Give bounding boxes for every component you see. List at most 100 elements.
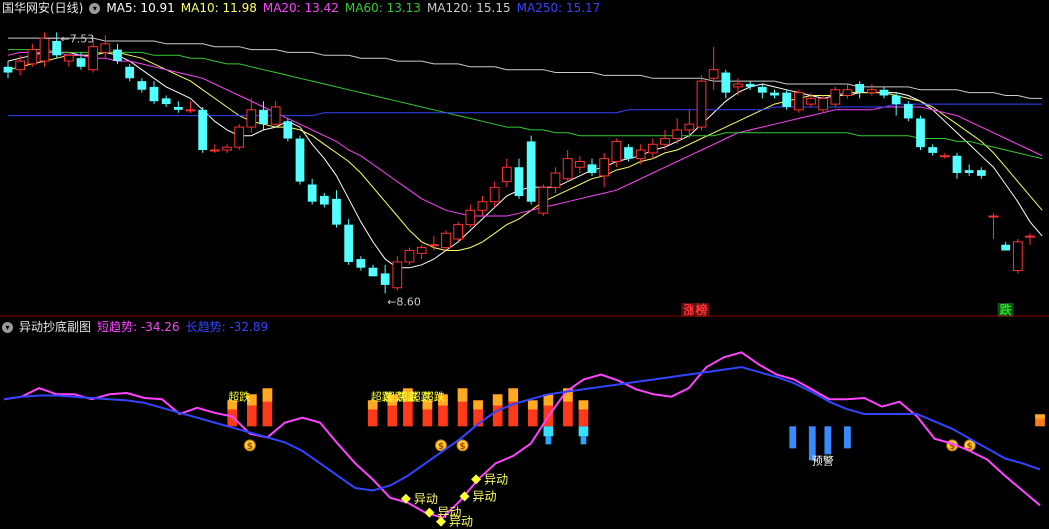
- candle: [574, 155, 585, 173]
- super-drop-bar: [457, 388, 468, 427]
- bar-top: [262, 388, 273, 402]
- candle-body: [332, 198, 341, 225]
- candle: [477, 195, 488, 217]
- candle-body: [866, 89, 877, 94]
- candle-body: [234, 126, 245, 148]
- collapse-icon[interactable]: ▾: [89, 3, 101, 14]
- ma250-line: [8, 103, 1043, 117]
- candle: [1025, 233, 1035, 245]
- candle-body: [708, 69, 719, 79]
- cyan-bar: [578, 426, 589, 437]
- candle: [489, 181, 500, 208]
- candle: [708, 46, 719, 90]
- candle: [599, 152, 610, 188]
- candle: [770, 89, 779, 99]
- candle-body: [770, 92, 779, 96]
- bar-top: [508, 388, 519, 402]
- super-drop-bar: [367, 400, 378, 427]
- candle: [307, 178, 317, 205]
- cyan-bar-tip: [580, 436, 587, 445]
- candle-body: [185, 109, 196, 112]
- super-drop-label: 超跌: [228, 389, 250, 403]
- candle: [173, 101, 183, 113]
- candle: [295, 135, 305, 185]
- candle: [125, 63, 135, 82]
- sub-chart-area: 超跌超跌超跌超跌超跌超跌超跌超跌超跌预警$$$$$$$$$$$异动异动异动异动异…: [3, 351, 1045, 529]
- candle: [416, 244, 427, 260]
- candle-body: [246, 109, 257, 128]
- move-label: 异动: [473, 489, 497, 503]
- candle: [319, 193, 329, 208]
- candle-body: [259, 109, 268, 125]
- candle: [404, 247, 415, 265]
- candle: [939, 152, 950, 159]
- candle: [526, 135, 536, 205]
- low-price-label: ←8.60: [387, 296, 421, 309]
- blue-bar: [789, 426, 797, 449]
- candle-body: [441, 232, 451, 249]
- move-signal: 异动: [400, 492, 438, 506]
- sub-chart-header: ▾ 异动抄底副图 短趋势: -34.26 长趋势: -32.89: [2, 320, 274, 334]
- candle-body: [976, 170, 986, 176]
- ma20-line: [7, 51, 1043, 217]
- high-price-label: ←7.53: [61, 32, 95, 45]
- candle: [1012, 238, 1023, 274]
- candle-body: [161, 98, 171, 105]
- diamond-icon: [471, 474, 482, 485]
- candle-body: [453, 224, 464, 240]
- candle: [465, 204, 476, 228]
- candle-body: [137, 81, 147, 90]
- candle: [514, 158, 524, 199]
- candle-body: [818, 97, 829, 111]
- candle-body: [514, 167, 524, 196]
- candle-body: [307, 184, 317, 202]
- candle-body: [113, 49, 122, 62]
- ma10-line: [7, 51, 1043, 251]
- candle-body: [465, 209, 476, 226]
- move-label: 异动: [449, 515, 473, 529]
- candle-body: [721, 72, 731, 93]
- candle-body: [574, 161, 585, 168]
- candle-body: [562, 158, 573, 180]
- super-drop-bar: [422, 400, 433, 427]
- bar-top: [492, 394, 503, 406]
- candle: [818, 95, 829, 113]
- bag-symbol: $: [459, 442, 465, 452]
- candle-body: [88, 46, 99, 71]
- candle-body: [538, 186, 549, 214]
- ma60-label: MA60: 13.13: [344, 1, 421, 15]
- candle-body: [757, 86, 767, 93]
- cyan-bar-tip: [545, 436, 552, 445]
- move-label: 异动: [414, 492, 438, 506]
- candle: [952, 152, 962, 179]
- long-trend-label: 长趋势: -32.89: [185, 320, 269, 334]
- candle-body: [428, 244, 439, 247]
- candle-body: [647, 143, 658, 154]
- candlesticks: [3, 32, 1035, 294]
- candle: [222, 144, 232, 153]
- money-bag-icon: $: [456, 439, 469, 452]
- candle-body: [624, 147, 633, 159]
- candle: [392, 256, 403, 291]
- candle: [185, 101, 196, 113]
- candle: [270, 101, 281, 128]
- short-trend-label: 短趋势: -34.26: [97, 320, 180, 334]
- candle-body: [550, 172, 561, 188]
- candle-body: [356, 259, 366, 268]
- bag-symbol: $: [247, 442, 253, 452]
- candle: [15, 55, 26, 76]
- candle-body: [15, 60, 26, 71]
- collapse-icon[interactable]: ▾: [2, 322, 13, 333]
- candle: [550, 167, 561, 194]
- candle-body: [635, 149, 646, 160]
- candle-body: [100, 43, 111, 53]
- move-label: 异动: [484, 472, 508, 486]
- candle-body: [928, 147, 938, 153]
- candle-body: [3, 66, 13, 73]
- candle: [441, 230, 451, 251]
- candle: [964, 164, 974, 176]
- candle-body: [283, 121, 293, 139]
- super-drop-bar: [262, 388, 273, 427]
- candle-body: [696, 80, 707, 128]
- candle-body: [988, 215, 999, 218]
